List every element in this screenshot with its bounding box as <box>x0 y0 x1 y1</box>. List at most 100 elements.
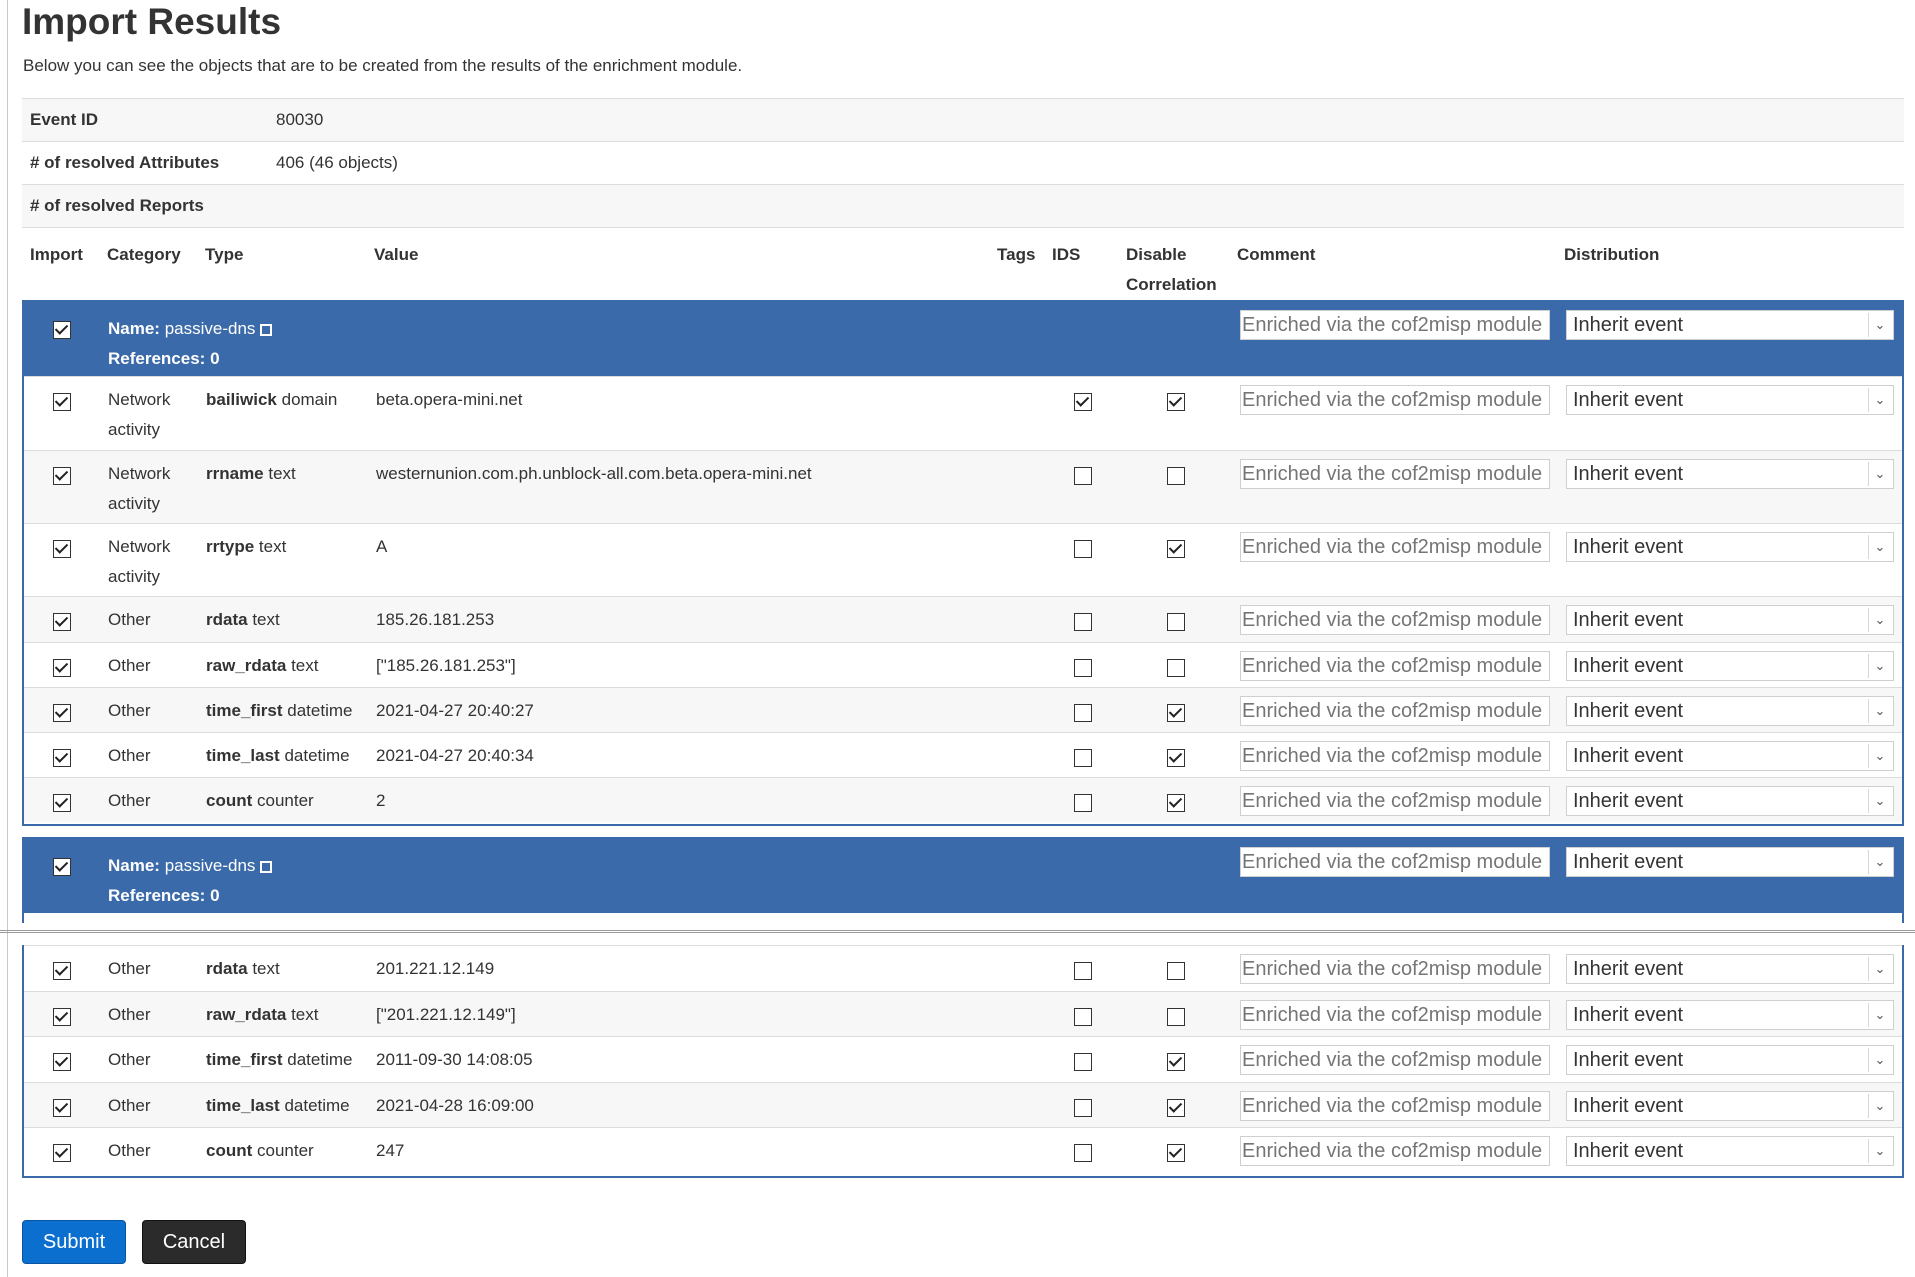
attribute-comment-input[interactable] <box>1240 651 1550 681</box>
attribute-comment-input[interactable] <box>1240 786 1550 816</box>
ids-checkbox[interactable] <box>1074 749 1092 767</box>
distribution-value: Inherit event <box>1573 1049 1683 1072</box>
attribute-distribution-select[interactable]: Inherit event⌄ <box>1566 532 1894 562</box>
object-name: passive-dns <box>165 319 256 338</box>
attribute-comment-input[interactable] <box>1240 1045 1550 1075</box>
attribute-comment-input[interactable] <box>1240 385 1550 415</box>
attribute-relation: raw_rdata <box>206 1005 286 1024</box>
disable-correlation-checkbox[interactable] <box>1167 749 1185 767</box>
disable-correlation-checkbox[interactable] <box>1167 1053 1185 1071</box>
attribute-distribution-select[interactable]: Inherit event⌄ <box>1566 1000 1894 1030</box>
cancel-button[interactable]: Cancel <box>142 1220 246 1264</box>
attribute-type-name: domain <box>282 390 338 409</box>
object-import-checkbox[interactable] <box>53 321 71 339</box>
expand-icon[interactable] <box>260 861 272 873</box>
ids-checkbox[interactable] <box>1074 962 1092 980</box>
attribute-value: 2011-09-30 14:08:05 <box>376 1045 533 1075</box>
disable-correlation-checkbox[interactable] <box>1167 704 1185 722</box>
disable-correlation-checkbox[interactable] <box>1167 962 1185 980</box>
ids-checkbox[interactable] <box>1074 540 1092 558</box>
attribute-import-checkbox[interactable] <box>53 794 71 812</box>
attribute-import-checkbox[interactable] <box>53 962 71 980</box>
attribute-row: Othertime_first datetime2011-09-30 14:08… <box>24 1036 1902 1082</box>
attribute-value: beta.opera-mini.net <box>376 385 522 415</box>
attribute-type: bailiwick domain <box>206 385 337 415</box>
attribute-distribution-select[interactable]: Inherit event⌄ <box>1566 954 1894 984</box>
attribute-type-name: text <box>291 1005 318 1024</box>
attribute-comment-input[interactable] <box>1240 696 1550 726</box>
attribute-import-checkbox[interactable] <box>53 467 71 485</box>
attribute-distribution-select[interactable]: Inherit event⌄ <box>1566 459 1894 489</box>
ids-checkbox[interactable] <box>1074 704 1092 722</box>
disable-correlation-checkbox[interactable] <box>1167 1144 1185 1162</box>
expand-icon[interactable] <box>260 324 272 336</box>
attribute-import-checkbox[interactable] <box>53 393 71 411</box>
attribute-distribution-select[interactable]: Inherit event⌄ <box>1566 651 1894 681</box>
col-comment: Comment <box>1237 240 1315 270</box>
attribute-distribution-select[interactable]: Inherit event⌄ <box>1566 696 1894 726</box>
attribute-comment-input[interactable] <box>1240 1091 1550 1121</box>
attribute-comment-input[interactable] <box>1240 605 1550 635</box>
attribute-relation: count <box>206 791 252 810</box>
disable-correlation-checkbox[interactable] <box>1167 467 1185 485</box>
attribute-comment-input[interactable] <box>1240 532 1550 562</box>
disable-correlation-checkbox[interactable] <box>1167 794 1185 812</box>
page-title: Import Results <box>22 0 281 44</box>
attribute-comment-input[interactable] <box>1240 1000 1550 1030</box>
ids-checkbox[interactable] <box>1074 393 1092 411</box>
attribute-comment-input[interactable] <box>1240 1136 1550 1166</box>
disable-correlation-checkbox[interactable] <box>1167 613 1185 631</box>
ids-checkbox[interactable] <box>1074 659 1092 677</box>
ids-checkbox[interactable] <box>1074 1144 1092 1162</box>
object-block-passive-dns-2: Name: passive-dns References: 0 Inherit … <box>22 837 1904 923</box>
attribute-import-checkbox[interactable] <box>53 540 71 558</box>
attribute-comment-input[interactable] <box>1240 741 1550 771</box>
object-distribution-select[interactable]: Inherit event ⌄ <box>1566 310 1894 340</box>
ids-checkbox[interactable] <box>1074 613 1092 631</box>
attribute-category: Other <box>108 651 198 681</box>
attribute-distribution-select[interactable]: Inherit event⌄ <box>1566 786 1894 816</box>
attribute-import-checkbox[interactable] <box>53 1008 71 1026</box>
attribute-comment-input[interactable] <box>1240 954 1550 984</box>
object-comment-input[interactable] <box>1240 310 1550 340</box>
page-subtitle: Below you can see the objects that are t… <box>23 56 742 76</box>
ids-checkbox[interactable] <box>1074 1008 1092 1026</box>
attribute-import-checkbox[interactable] <box>53 704 71 722</box>
submit-button[interactable]: Submit <box>22 1220 126 1264</box>
attribute-category: Other <box>108 741 198 771</box>
ids-checkbox[interactable] <box>1074 1053 1092 1071</box>
object-comment-input[interactable] <box>1240 847 1550 877</box>
attribute-comment-input[interactable] <box>1240 459 1550 489</box>
attribute-import-checkbox[interactable] <box>53 1099 71 1117</box>
col-value: Value <box>374 240 418 270</box>
attribute-relation: rdata <box>206 610 248 629</box>
attribute-import-checkbox[interactable] <box>53 1144 71 1162</box>
col-disable-correlation-line2: Correlation <box>1126 275 1217 294</box>
attribute-value: 201.221.12.149 <box>376 954 494 984</box>
disable-correlation-checkbox[interactable] <box>1167 659 1185 677</box>
attribute-distribution-select[interactable]: Inherit event⌄ <box>1566 741 1894 771</box>
attribute-value: westernunion.com.ph.unblock-all.com.beta… <box>376 459 812 489</box>
disable-correlation-checkbox[interactable] <box>1167 393 1185 411</box>
col-type: Type <box>205 240 243 270</box>
attribute-type: count counter <box>206 1136 314 1166</box>
ids-checkbox[interactable] <box>1074 467 1092 485</box>
attribute-distribution-select[interactable]: Inherit event⌄ <box>1566 1045 1894 1075</box>
attribute-distribution-select[interactable]: Inherit event⌄ <box>1566 1136 1894 1166</box>
ids-checkbox[interactable] <box>1074 794 1092 812</box>
attribute-distribution-select[interactable]: Inherit event⌄ <box>1566 1091 1894 1121</box>
disable-correlation-checkbox[interactable] <box>1167 540 1185 558</box>
object-import-checkbox[interactable] <box>53 858 71 876</box>
attribute-distribution-select[interactable]: Inherit event⌄ <box>1566 385 1894 415</box>
attribute-import-checkbox[interactable] <box>53 613 71 631</box>
attribute-import-checkbox[interactable] <box>53 749 71 767</box>
attribute-import-checkbox[interactable] <box>53 1053 71 1071</box>
chevron-down-icon: ⌄ <box>1868 608 1891 632</box>
attribute-relation: rrtype <box>206 537 254 556</box>
disable-correlation-checkbox[interactable] <box>1167 1008 1185 1026</box>
ids-checkbox[interactable] <box>1074 1099 1092 1117</box>
attribute-distribution-select[interactable]: Inherit event⌄ <box>1566 605 1894 635</box>
attribute-import-checkbox[interactable] <box>53 659 71 677</box>
disable-correlation-checkbox[interactable] <box>1167 1099 1185 1117</box>
object-distribution-select[interactable]: Inherit event ⌄ <box>1566 847 1894 877</box>
